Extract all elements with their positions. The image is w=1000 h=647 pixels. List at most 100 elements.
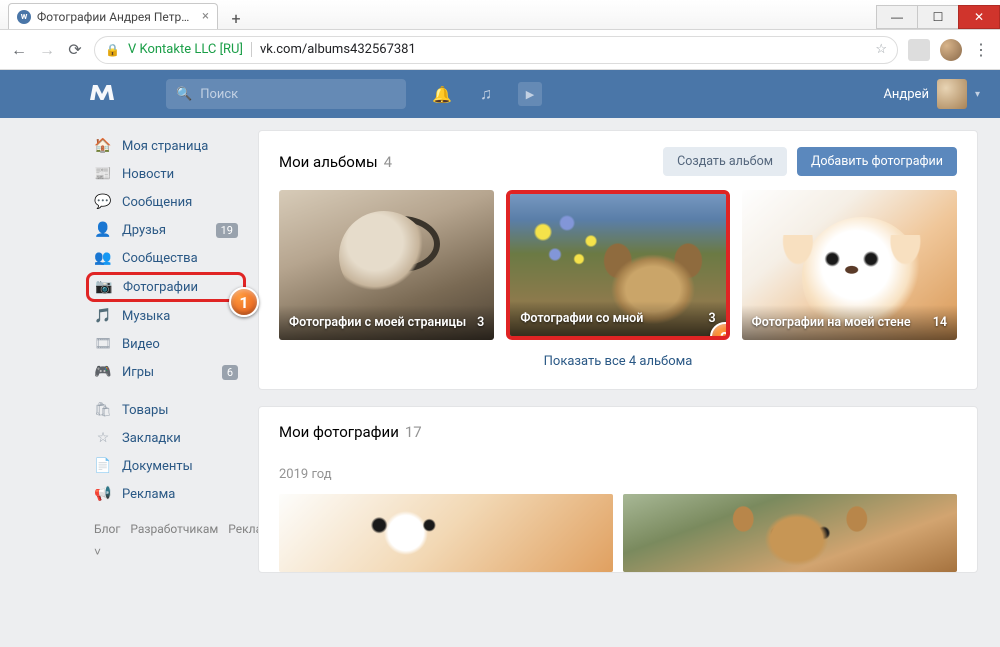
albums-title: Мои альбомы bbox=[279, 153, 378, 171]
forward-button[interactable]: → bbox=[38, 41, 56, 59]
music-icon: 🎵 bbox=[94, 307, 112, 325]
sidebar-item-friends[interactable]: 👤 Друзья 19 bbox=[86, 216, 246, 244]
doc-icon: 📄 bbox=[94, 457, 112, 475]
cert-org: V Kontakte LLC [RU] bbox=[128, 42, 252, 57]
sidebar-item-msg[interactable]: 💬 Сообщения bbox=[86, 188, 246, 216]
extension-icon[interactable] bbox=[908, 39, 930, 61]
sidebar-item-label: Игры bbox=[122, 365, 154, 380]
close-tab-icon[interactable]: × bbox=[202, 9, 209, 24]
sidebar-item-game[interactable]: 🎮 Игры 6 bbox=[86, 358, 246, 386]
menu-button[interactable]: ⋮ bbox=[972, 41, 990, 59]
albums-panel: Мои альбомы 4 Создать альбом Добавить фо… bbox=[258, 130, 978, 390]
photos-count: 17 bbox=[405, 423, 422, 441]
sidebar-item-video[interactable]: 🎞 Видео bbox=[86, 330, 246, 358]
sidebar-item-label: Товары bbox=[122, 403, 168, 418]
albums-count: 4 bbox=[384, 153, 392, 171]
sidebar-item-label: Новости bbox=[122, 167, 174, 182]
album-card[interactable]: Фотографии с моей страницы 3 bbox=[279, 190, 494, 340]
album-card[interactable]: Фотографии на моей стене 14 bbox=[742, 190, 957, 340]
url-text: vk.com/albums432567381 bbox=[260, 42, 416, 57]
vk-header: 🔍 Поиск 🔔 ♫ ▶ Андрей ▾ bbox=[0, 70, 1000, 118]
header-avatar[interactable] bbox=[937, 79, 967, 109]
reload-button[interactable]: ⟳ bbox=[66, 41, 84, 59]
footer-link[interactable]: Блог bbox=[94, 522, 120, 536]
sidebar-badge: 19 bbox=[216, 223, 238, 238]
sidebar-item-ads[interactable]: 📢 Реклама bbox=[86, 480, 246, 508]
sidebar-item-label: Друзья bbox=[122, 223, 166, 238]
sidebar-item-label: Фотографии bbox=[123, 280, 198, 295]
star-icon: ☆ bbox=[94, 429, 112, 447]
sidebar-item-label: Закладки bbox=[122, 431, 181, 446]
content: Мои альбомы 4 Создать альбом Добавить фо… bbox=[246, 118, 1000, 589]
sidebar-item-label: Документы bbox=[122, 459, 193, 474]
tab-favicon: w bbox=[17, 10, 31, 24]
back-button[interactable]: ← bbox=[10, 41, 28, 59]
album-count: 3 bbox=[477, 315, 484, 330]
search-box[interactable]: 🔍 Поиск bbox=[166, 79, 406, 109]
photo-thumb[interactable] bbox=[623, 494, 957, 572]
sidebar-item-star[interactable]: ☆ Закладки bbox=[86, 424, 246, 452]
close-window-button[interactable]: ✕ bbox=[958, 5, 1000, 29]
sidebar-item-label: Музыка bbox=[122, 309, 170, 324]
chevron-down-icon[interactable]: ▾ bbox=[975, 89, 980, 100]
news-icon: 📰 bbox=[94, 165, 112, 183]
add-photos-button[interactable]: Добавить фотографии bbox=[797, 147, 957, 176]
sidebar-item-music[interactable]: 🎵 Музыка bbox=[86, 302, 246, 330]
msg-icon: 💬 bbox=[94, 193, 112, 211]
album-count: 3 bbox=[709, 311, 716, 326]
footer-link[interactable]: Разработчикам bbox=[130, 522, 218, 536]
search-placeholder: Поиск bbox=[200, 87, 238, 102]
sidebar-footer: БлогРазработчикамРекламаЕщё ˅ bbox=[86, 508, 246, 574]
sidebar-item-photo[interactable]: 📷Фотографии1 bbox=[86, 272, 246, 302]
browser-tab[interactable]: w Фотографии Андрея Петрова – × bbox=[8, 3, 218, 29]
ads-icon: 📢 bbox=[94, 485, 112, 503]
album-title: Фотографии на моей стене bbox=[752, 315, 911, 330]
sidebar-item-news[interactable]: 📰 Новости bbox=[86, 160, 246, 188]
omnibox[interactable]: 🔒 V Kontakte LLC [RU] vk.com/albums43256… bbox=[94, 36, 898, 64]
photos-panel: Мои фотографии 17 2019 год bbox=[258, 406, 978, 573]
vk-logo[interactable] bbox=[90, 82, 126, 106]
game-icon: 🎮 bbox=[94, 363, 112, 381]
sidebar-item-bag[interactable]: 🛍 Товары bbox=[86, 396, 246, 424]
create-album-button[interactable]: Создать альбом bbox=[663, 147, 787, 176]
lock-icon: 🔒 bbox=[105, 43, 120, 57]
marker-1: 1 bbox=[229, 287, 259, 317]
play-icon[interactable]: ▶ bbox=[518, 82, 542, 106]
album-title: Фотографии с моей страницы bbox=[289, 315, 466, 330]
search-icon: 🔍 bbox=[176, 87, 192, 102]
sidebar-item-label: Сообщества bbox=[122, 251, 198, 266]
window-controls: — ☐ ✕ bbox=[877, 5, 1000, 29]
window-titlebar: w Фотографии Андрея Петрова – × + — ☐ ✕ bbox=[0, 0, 1000, 30]
bag-icon: 🛍 bbox=[94, 401, 112, 419]
header-username[interactable]: Андрей bbox=[883, 87, 929, 102]
maximize-button[interactable]: ☐ bbox=[917, 5, 959, 29]
sidebar: 🏠 Моя страница 📰 Новости 💬 Сообщения 👤 Друзья 19… bbox=[86, 118, 246, 589]
minimize-button[interactable]: — bbox=[876, 5, 918, 29]
group-icon: 👥 bbox=[94, 249, 112, 267]
sidebar-item-label: Реклама bbox=[122, 487, 175, 502]
notifications-icon[interactable]: 🔔 bbox=[430, 82, 454, 106]
sidebar-badge: 6 bbox=[222, 365, 238, 380]
year-label: 2019 год bbox=[279, 463, 957, 494]
sidebar-item-home[interactable]: 🏠 Моя страница bbox=[86, 132, 246, 160]
photo-icon: 📷 bbox=[95, 278, 113, 296]
new-tab-button[interactable]: + bbox=[224, 7, 248, 29]
friends-icon: 👤 bbox=[94, 221, 112, 239]
sidebar-item-label: Моя страница bbox=[122, 139, 208, 154]
album-title: Фотографии со мной bbox=[520, 311, 643, 326]
sidebar-item-group[interactable]: 👥 Сообщества bbox=[86, 244, 246, 272]
bookmark-icon[interactable]: ☆ bbox=[875, 42, 887, 57]
sidebar-item-doc[interactable]: 📄 Документы bbox=[86, 452, 246, 480]
sidebar-item-label: Видео bbox=[122, 337, 160, 352]
sidebar-item-label: Сообщения bbox=[122, 195, 192, 210]
music-icon[interactable]: ♫ bbox=[474, 82, 498, 106]
photos-title: Мои фотографии bbox=[279, 423, 399, 441]
show-all-albums-link[interactable]: Показать все 4 альбома bbox=[279, 340, 957, 373]
photo-thumb[interactable] bbox=[279, 494, 613, 572]
album-count: 14 bbox=[933, 315, 947, 330]
album-card[interactable]: Фотографии со мной32 bbox=[506, 190, 729, 340]
address-bar: ← → ⟳ 🔒 V Kontakte LLC [RU] vk.com/album… bbox=[0, 30, 1000, 70]
home-icon: 🏠 bbox=[94, 137, 112, 155]
video-icon: 🎞 bbox=[94, 335, 112, 353]
profile-avatar[interactable] bbox=[940, 39, 962, 61]
